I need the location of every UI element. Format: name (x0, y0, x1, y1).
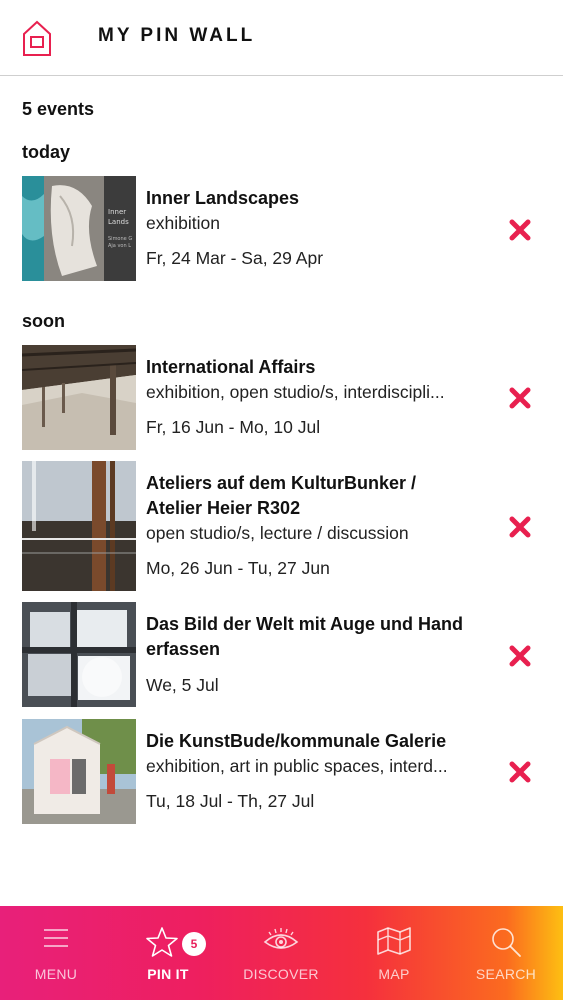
section-today-label: today (22, 142, 71, 162)
event-dates: Mo, 26 Jun - Tu, 27 Jun (146, 558, 330, 578)
event-thumbnail: Inner Lands Simone G Aja von L (22, 176, 136, 281)
event-dates: Fr, 24 Mar - Sa, 29 Apr (146, 248, 324, 268)
tab-menu[interactable]: MENU (0, 906, 112, 1000)
event-categories: open studio/s, lecture / discussion (146, 523, 409, 543)
event-count: 5 events (22, 99, 95, 119)
menu-icon (44, 929, 68, 947)
remove-pin-icon[interactable] (509, 219, 531, 241)
section-soon-label: soon (22, 311, 65, 331)
thumb-text: Inner (108, 208, 126, 216)
home-icon[interactable] (22, 19, 52, 57)
event-info: International Affairs exhibition, open s… (146, 355, 491, 439)
page-title: MY PIN WALL (98, 25, 256, 46)
event-title: Inner Landscapes (146, 188, 300, 208)
event-thumbnail (22, 345, 136, 450)
remove-pin-icon[interactable] (509, 761, 531, 783)
event-title: Die KunstBude/kommunale Galerie (146, 731, 447, 751)
event-dates: Fr, 16 Jun - Mo, 10 Jul (146, 417, 321, 437)
event-categories: exhibition, open studio/s, interdiscipli… (146, 382, 445, 402)
event-info: Inner Landscapes exhibition Fr, 24 Mar -… (146, 186, 491, 270)
tab-label: PIN IT (147, 966, 189, 982)
map-icon (377, 927, 411, 955)
thumb-text: Aja von L (108, 243, 131, 249)
tab-label: DISCOVER (243, 966, 319, 982)
event-info: Ateliers auf dem KulturBunker / Atelier … (146, 471, 491, 580)
pin-count-badge: 5 (182, 932, 206, 956)
search-icon (492, 928, 521, 957)
eye-icon (263, 928, 299, 949)
tab-label: MENU (34, 966, 78, 982)
thumb-text: Simone G (108, 236, 132, 242)
tab-search[interactable]: SEARCH (450, 906, 562, 1000)
event-title-line: Ateliers auf dem KulturBunker / (146, 473, 417, 493)
remove-pin-icon[interactable] (509, 516, 531, 538)
star-icon (146, 927, 178, 957)
tab-map[interactable]: MAP (338, 906, 450, 1000)
event-title-line: Das Bild der Welt mit Auge und Hand (146, 614, 464, 634)
bottom-tab-bar: MENU 5 PIN IT DISCOVER MAP SEARCH (0, 906, 563, 1000)
tab-discover[interactable]: DISCOVER (225, 906, 337, 1000)
thumb-text: Lands (108, 218, 129, 226)
event-title-line: Atelier Heier R302 (146, 498, 301, 518)
event-info: Die KunstBude/kommunale Galerie exhibiti… (146, 729, 491, 813)
tab-label: MAP (378, 966, 410, 982)
remove-pin-icon[interactable] (509, 645, 531, 667)
event-thumbnail (22, 602, 136, 707)
event-categories: exhibition, art in public spaces, interd… (146, 756, 448, 776)
event-title-line: erfassen (146, 639, 221, 659)
event-categories: exhibition (146, 213, 220, 233)
tab-label: SEARCH (475, 966, 537, 982)
event-thumbnail (22, 719, 136, 824)
event-dates: Tu, 18 Jul - Th, 27 Jul (146, 791, 315, 811)
remove-pin-icon[interactable] (509, 387, 531, 409)
event-thumbnail (22, 461, 136, 591)
event-title: International Affairs (146, 357, 316, 377)
event-info: Das Bild der Welt mit Auge und Hand erfa… (146, 612, 491, 697)
event-dates: We, 5 Jul (146, 675, 219, 695)
app-header: MY PIN WALL (0, 0, 563, 76)
tab-pin-it[interactable]: 5 PIN IT (112, 906, 224, 1000)
